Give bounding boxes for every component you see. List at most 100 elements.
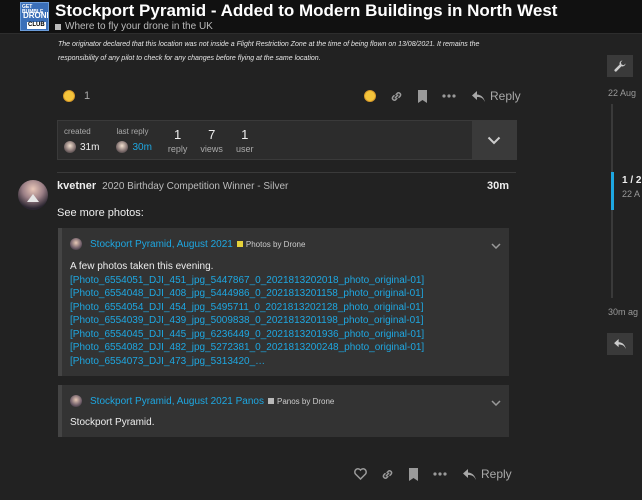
- photo-link[interactable]: [Photo_6554073_DJI_473_jpg_5313420_…: [70, 355, 424, 369]
- ellipsis-icon: [433, 472, 447, 476]
- post-time[interactable]: 30m: [487, 180, 509, 192]
- reply-icon: [463, 468, 476, 480]
- timeline-track[interactable]: [611, 104, 613, 172]
- logo-line-3: CLUB: [27, 22, 46, 29]
- last-reply-summary[interactable]: last reply 30m: [116, 121, 152, 159]
- category-label: Photos by Drone: [245, 239, 306, 249]
- last-reply-label: last reply: [116, 127, 149, 136]
- expand-quote-button[interactable]: [491, 393, 501, 411]
- chevron-down-icon: [487, 136, 501, 144]
- heart-icon: [354, 468, 367, 480]
- bookmark-button[interactable]: [417, 89, 428, 103]
- reply-label: Reply: [490, 89, 521, 103]
- link-icon: [391, 91, 402, 101]
- avatar: [70, 395, 82, 407]
- quote-onebox-photos: Stockport Pyramid, August 2021 Photos by…: [58, 228, 509, 376]
- category-swatch: [55, 23, 61, 30]
- replies-label: reply: [167, 144, 188, 154]
- like-button[interactable]: [354, 468, 367, 480]
- timeline-position: 1 / 2: [622, 175, 642, 186]
- timeline-handle[interactable]: [611, 172, 614, 210]
- ellipsis-icon: [442, 94, 456, 98]
- reaction-summary[interactable]: 1: [63, 90, 90, 102]
- topic-map: created 31m last reply 30m 1 reply 7 vie…: [57, 120, 517, 160]
- onebox-header: Stockport Pyramid, August 2021 Panos Pan…: [70, 395, 334, 407]
- timeline-start-date[interactable]: 22 Aug: [608, 88, 636, 98]
- onebox-intro: A few photos taken this evening.: [70, 261, 214, 272]
- topic-category[interactable]: Where to fly your drone in the UK: [55, 21, 557, 33]
- reply-button[interactable]: Reply: [472, 89, 521, 103]
- bookmark-button[interactable]: [408, 467, 419, 481]
- onebox-body: A few photos taken this evening. [Photo_…: [70, 260, 424, 368]
- reply-icon: [472, 90, 485, 102]
- replies-stat: 1 reply: [168, 121, 188, 159]
- avatar: [70, 238, 82, 250]
- onebox-title-link[interactable]: Stockport Pyramid, August 2021: [90, 239, 233, 250]
- users-count: 1: [241, 127, 249, 142]
- bookmark-icon: [418, 89, 427, 103]
- chevron-down-icon: [491, 243, 501, 250]
- views-label: views: [200, 144, 223, 154]
- onebox-category[interactable]: Photos by Drone: [236, 239, 306, 249]
- chevron-down-icon: [491, 400, 501, 407]
- username[interactable]: kvetner: [57, 180, 96, 192]
- last-reply-value: 30m: [132, 141, 152, 153]
- wrench-icon: [614, 60, 626, 72]
- admin-wrench-button[interactable]: [607, 55, 633, 77]
- logo-line-2: DRONE: [23, 11, 48, 20]
- link-icon: [382, 469, 393, 479]
- photo-link[interactable]: [Photo_6554082_DJI_482_jpg_5272381_0_202…: [70, 341, 424, 355]
- category-label: Where to fly your drone in the UK: [65, 20, 213, 32]
- timeline-track[interactable]: [611, 210, 613, 298]
- created-summary[interactable]: created 31m: [64, 121, 99, 159]
- users-stat: 1 user: [236, 121, 254, 159]
- photo-link[interactable]: [Photo_6554039_DJI_439_jpg_5009838_0_202…: [70, 314, 424, 328]
- bookmark-icon: [409, 467, 418, 481]
- timeline-reply-button[interactable]: [607, 333, 633, 355]
- post-2-body: See more photos:: [57, 207, 144, 219]
- photo-link[interactable]: [Photo_6554045_DJI_445_jpg_6236449_0_202…: [70, 328, 424, 342]
- category-swatch: [236, 241, 243, 247]
- user-avatar[interactable]: [18, 180, 48, 210]
- photo-link[interactable]: [Photo_6554054_DJI_454_jpg_5495711_0_202…: [70, 301, 424, 315]
- created-label: created: [64, 127, 91, 136]
- category-swatch: [268, 398, 274, 404]
- timeline-current-date: 22 A: [622, 189, 641, 199]
- reply-button[interactable]: Reply: [463, 467, 512, 481]
- category-label: Panos by Drone: [277, 396, 335, 406]
- onebox-header: Stockport Pyramid, August 2021 Photos by…: [70, 238, 305, 250]
- post-2-header: kvetner 2020 Birthday Competition Winner…: [57, 180, 509, 192]
- reply-label: Reply: [481, 467, 512, 481]
- smile-emoji-icon: [364, 90, 376, 102]
- onebox-text: Stockport Pyramid.: [70, 417, 155, 428]
- photo-link[interactable]: [Photo_6554048_DJI_408_jpg_5444986_0_202…: [70, 287, 424, 301]
- more-button[interactable]: [442, 94, 456, 98]
- timeline-end-date[interactable]: 30m ag: [608, 307, 638, 317]
- site-logo[interactable]: GET BUMBLE DRONE CLUB: [20, 2, 49, 31]
- grinning-emoji-icon: [63, 90, 75, 102]
- onebox-category[interactable]: Panos by Drone: [268, 397, 334, 406]
- users-label: user: [235, 144, 254, 154]
- onebox-title-link[interactable]: Stockport Pyramid, August 2021 Panos: [90, 396, 264, 407]
- share-link-button[interactable]: [390, 90, 403, 103]
- views-stat: 7 views: [200, 121, 223, 159]
- share-link-button[interactable]: [381, 468, 394, 481]
- quote-onebox-panos: Stockport Pyramid, August 2021 Panos Pan…: [58, 385, 509, 437]
- emoji-reaction-button[interactable]: [364, 90, 376, 102]
- post-divider: [57, 172, 516, 173]
- expand-quote-button[interactable]: [491, 236, 501, 254]
- post-1-text: The originator declared that this locati…: [58, 41, 480, 62]
- created-value: 31m: [80, 141, 100, 153]
- avatar: [64, 141, 76, 153]
- avatar: [116, 141, 129, 153]
- header-title-block: Stockport Pyramid - Added to Modern Buil…: [55, 1, 557, 33]
- reply-icon: [614, 339, 626, 349]
- pyramid-icon: [27, 194, 39, 202]
- reaction-count: 1: [84, 90, 91, 102]
- views-count: 7: [208, 127, 216, 142]
- user-title: 2020 Birthday Competition Winner - Silve…: [102, 181, 289, 192]
- expand-topic-map-button[interactable]: [472, 121, 516, 159]
- photo-link[interactable]: [Photo_6554051_DJI_451_jpg_5447867_0_202…: [70, 274, 424, 288]
- topic-title[interactable]: Stockport Pyramid - Added to Modern Buil…: [55, 1, 557, 20]
- more-button[interactable]: [433, 472, 447, 476]
